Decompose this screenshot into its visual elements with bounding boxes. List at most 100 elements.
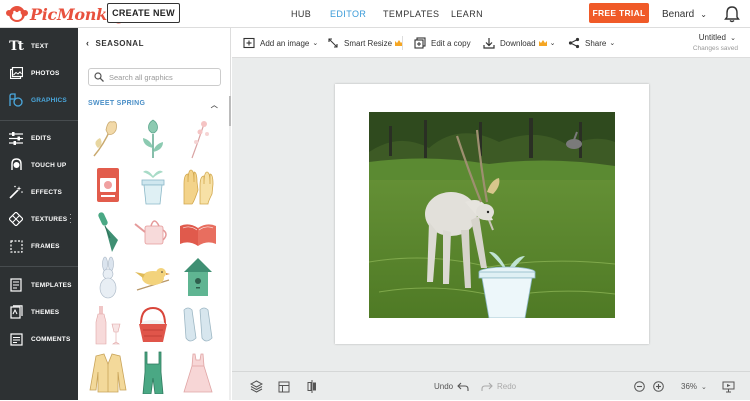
- bell-icon[interactable]: [722, 4, 742, 24]
- create-new-button[interactable]: CREATE NEW: [107, 3, 180, 23]
- zoom-out-button[interactable]: [634, 372, 645, 401]
- download-label: Download: [500, 38, 536, 48]
- templates-icon: [9, 278, 23, 292]
- rail-divider: [0, 266, 78, 267]
- save-status: Changes saved: [692, 45, 738, 52]
- edit-copy-button[interactable]: Edit a copy: [414, 28, 471, 58]
- user-name: Benard: [662, 8, 695, 20]
- design-page[interactable]: [335, 84, 649, 344]
- birdhouse-graphic[interactable]: [178, 256, 218, 300]
- present-button[interactable]: [722, 372, 735, 401]
- redo-label: Redo: [497, 382, 517, 391]
- antelope-photo[interactable]: [369, 112, 615, 318]
- search-input[interactable]: Search all graphics: [88, 68, 221, 86]
- section-title: SWEET SPRING: [88, 100, 146, 107]
- bunny-graphic[interactable]: [88, 256, 128, 300]
- undo-button[interactable]: Undo: [434, 372, 469, 401]
- rail-item-textures[interactable]: TEXTURES: [0, 207, 78, 231]
- search-placeholder: Search all graphics: [109, 72, 173, 82]
- editor-toolbar: Add an image ⌄ Smart Resize Edit a copy …: [232, 28, 750, 58]
- download-button[interactable]: Download ⌄: [483, 28, 555, 58]
- resize-icon: [327, 37, 339, 49]
- share-icon: [568, 37, 580, 49]
- face-icon: [9, 158, 23, 172]
- nav-editor[interactable]: EDITOR: [330, 0, 366, 28]
- textures-icon: [9, 212, 23, 226]
- dress-graphic[interactable]: [178, 350, 218, 394]
- chevron-down-icon: ⌄: [609, 40, 616, 47]
- undo-icon: [457, 382, 469, 391]
- chevron-up-icon: ︿: [210, 102, 218, 109]
- more-vertical-icon[interactable]: · · ·: [69, 210, 72, 227]
- bottle-graphic[interactable]: [88, 302, 128, 346]
- rail-item-touch-up[interactable]: TOUCH UP: [0, 153, 78, 177]
- rail-item-edits[interactable]: EDITS: [0, 126, 78, 150]
- smart-resize-label: Smart Resize: [344, 38, 393, 48]
- rail-item-comments[interactable]: COMMENTS: [0, 327, 78, 351]
- user-menu[interactable]: Benard ⌄: [662, 0, 707, 28]
- panel-title: SEASONAL: [95, 38, 144, 48]
- tulip-graphic[interactable]: [88, 116, 128, 160]
- undo-label: Undo: [434, 382, 454, 391]
- rail-item-effects[interactable]: EFFECTS: [0, 180, 78, 204]
- rail-item-graphics[interactable]: GRAPHICS: [0, 88, 78, 112]
- rail-item-templates[interactable]: TEMPLATES: [0, 273, 78, 297]
- rail-label: EFFECTS: [31, 188, 63, 196]
- seed-packet-graphic[interactable]: [88, 164, 128, 208]
- section-header[interactable]: SWEET SPRING ︿: [88, 100, 218, 110]
- rail-label: TEXTURES: [31, 215, 68, 223]
- flower-graphic[interactable]: [133, 116, 173, 160]
- search-icon: [94, 72, 104, 82]
- sprig-graphic[interactable]: [178, 116, 218, 160]
- free-trial-button[interactable]: FREE TRIAL: [589, 3, 649, 23]
- layers-button[interactable]: [250, 372, 263, 401]
- grid-icon: [278, 381, 290, 392]
- add-image-icon: [243, 37, 255, 49]
- zoom-level-select[interactable]: 36% ⌄: [681, 372, 707, 401]
- smart-resize-button[interactable]: Smart Resize: [327, 28, 404, 58]
- rail-label: TOUCH UP: [31, 161, 67, 169]
- zoom-in-button[interactable]: [653, 372, 664, 401]
- nav-learn[interactable]: LEARN: [451, 0, 483, 28]
- flats-graphic[interactable]: [178, 302, 218, 346]
- monkey-icon: [6, 6, 28, 22]
- frame-icon: [9, 239, 23, 253]
- cardigan-graphic[interactable]: [88, 350, 128, 394]
- bird-graphic[interactable]: [133, 256, 173, 300]
- rail-item-themes[interactable]: THEMES: [0, 300, 78, 324]
- nav-hub[interactable]: HUB: [291, 0, 311, 28]
- share-label: Share: [585, 38, 607, 48]
- rail-label: PHOTOS: [31, 69, 60, 77]
- watering-can-graphic[interactable]: [133, 210, 173, 254]
- rail-item-photos[interactable]: PHOTOS: [0, 61, 78, 85]
- nav-templates[interactable]: TEMPLATES: [383, 0, 439, 28]
- document-name[interactable]: Untitled ⌄: [699, 33, 736, 42]
- comment-icon: [9, 332, 23, 346]
- gloves-graphic[interactable]: [178, 164, 218, 208]
- toolbar-divider: [402, 36, 403, 50]
- add-image-button[interactable]: Add an image ⌄: [243, 28, 318, 58]
- redo-button[interactable]: Redo: [481, 372, 516, 401]
- scrollbar-thumb[interactable]: [229, 96, 231, 126]
- pot-graphic[interactable]: [133, 164, 173, 208]
- rail-item-text[interactable]: Tt TEXT: [0, 34, 78, 58]
- back-to-seasonal-button[interactable]: ‹ SEASONAL: [86, 38, 144, 48]
- overalls-graphic[interactable]: [133, 350, 173, 394]
- grid-button[interactable]: [278, 372, 290, 401]
- basket-graphic[interactable]: [133, 302, 173, 346]
- rail-label: GRAPHICS: [31, 96, 67, 104]
- chevron-down-icon: ⌄: [549, 40, 556, 47]
- scrollbar-track[interactable]: [229, 96, 231, 400]
- rail-label: TEMPLATES: [31, 281, 72, 289]
- redo-icon: [481, 382, 493, 391]
- share-button[interactable]: Share ⌄: [568, 28, 615, 58]
- chevron-down-icon: ⌄: [730, 35, 736, 42]
- rail-item-frames[interactable]: FRAMES: [0, 234, 78, 258]
- graphics-panel: ‹ SEASONAL Search all graphics SWEET SPR…: [78, 28, 231, 400]
- add-image-label: Add an image: [260, 38, 310, 48]
- chevron-down-icon: ⌄: [700, 9, 707, 19]
- rail-label: FRAMES: [31, 242, 60, 250]
- trowel-graphic[interactable]: [88, 210, 128, 254]
- book-graphic[interactable]: [178, 210, 218, 254]
- alignment-button[interactable]: [306, 372, 318, 401]
